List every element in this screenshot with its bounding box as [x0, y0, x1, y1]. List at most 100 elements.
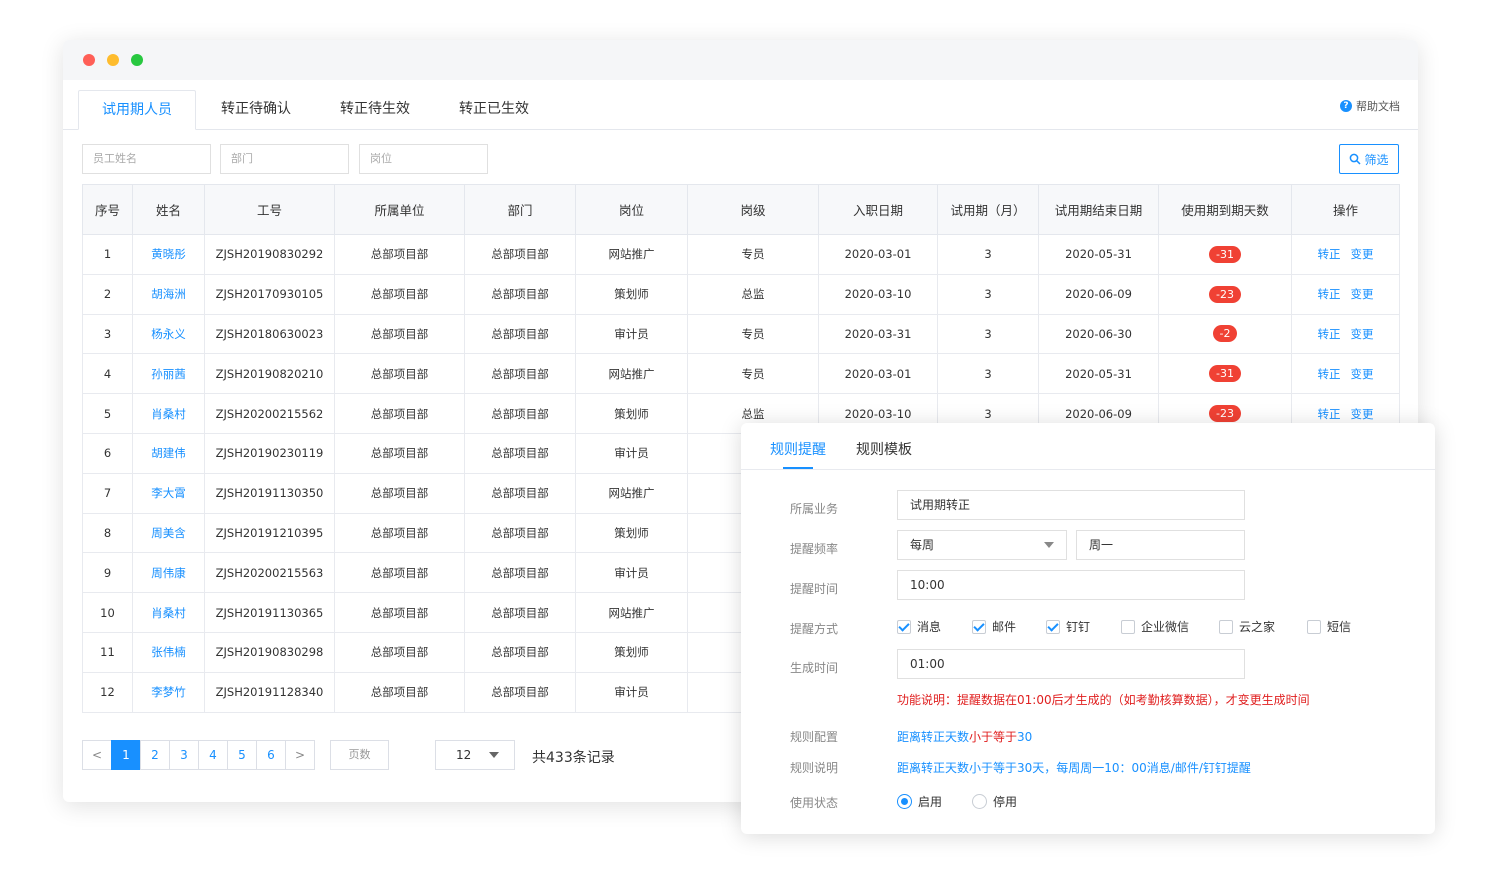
cell-name[interactable]: 周美含 — [132, 512, 205, 554]
filter-button[interactable]: 筛选 — [1339, 144, 1399, 174]
position-input[interactable]: 岗位 — [359, 144, 488, 174]
tab-bar: 试用期人员 转正待确认 转正待生效 转正已生效 — [63, 80, 1418, 130]
confirm-link[interactable]: 转正 — [1318, 327, 1341, 341]
minimize-window-icon[interactable] — [107, 54, 119, 66]
frequency-day-field[interactable]: 周一 — [1076, 530, 1245, 560]
tab-rule-template[interactable]: 规则模板 — [856, 439, 912, 459]
cell-no: 6 — [82, 432, 133, 474]
cell-position: 策划师 — [575, 631, 688, 673]
cell-name[interactable]: 张伟楠 — [132, 631, 205, 673]
method-label: 短信 — [1327, 620, 1352, 634]
employee-name-input[interactable]: 员工姓名 — [82, 144, 211, 174]
cell-name[interactable]: 李大霄 — [132, 472, 205, 514]
tab-pending-effective[interactable]: 转正待生效 — [316, 90, 434, 130]
cell-name[interactable]: 周伟康 — [132, 552, 205, 594]
confirm-link[interactable]: 转正 — [1318, 287, 1341, 301]
frequency-select[interactable]: 每周 — [897, 530, 1067, 560]
method-checkbox-yunzhijia[interactable]: 云之家 — [1219, 618, 1275, 635]
cell-dept: 总部项目部 — [464, 671, 576, 713]
page-button-1[interactable]: 1 — [111, 740, 141, 770]
cell-unit: 总部项目部 — [334, 432, 465, 474]
cell-no: 2 — [82, 273, 133, 315]
close-window-icon[interactable] — [83, 54, 95, 66]
page-button-5[interactable]: 5 — [227, 740, 257, 770]
days-badge: -31 — [1209, 365, 1241, 383]
cell-hire: 2020-03-01 — [818, 353, 938, 395]
cell-end: 2020-06-30 — [1038, 313, 1159, 355]
help-doc-link[interactable]: ? 帮助文档 — [1340, 98, 1400, 114]
pagination: < 1 2 3 4 5 6 > — [82, 740, 315, 770]
page-button-4[interactable]: 4 — [198, 740, 228, 770]
tab-probation-staff[interactable]: 试用期人员 — [78, 90, 196, 130]
page-button-6[interactable]: 6 — [256, 740, 286, 770]
cell-id: ZJSH20180630023 — [204, 313, 335, 355]
next-page-button[interactable]: > — [285, 740, 315, 770]
col-header: 使用期到期天数 — [1158, 184, 1292, 235]
cell-dept: 总部项目部 — [464, 592, 576, 633]
cell-hire: 2020-03-31 — [818, 313, 938, 355]
cell-hire: 2020-03-10 — [818, 273, 938, 315]
cell-id: ZJSH20191210395 — [204, 512, 335, 554]
confirm-link[interactable]: 转正 — [1318, 367, 1341, 381]
help-circle-icon: ? — [1340, 100, 1352, 112]
status-radio-disabled[interactable]: 停用 — [972, 793, 1017, 810]
config-number: 30 — [1017, 730, 1033, 744]
cell-unit: 总部项目部 — [334, 671, 465, 713]
change-link[interactable]: 变更 — [1351, 367, 1374, 381]
page-jump-input[interactable]: 页数 — [330, 740, 389, 770]
generate-time-field[interactable]: 01:00 — [897, 649, 1245, 679]
cell-name[interactable]: 李梦竹 — [132, 671, 205, 713]
cell-name[interactable]: 杨永义 — [132, 313, 205, 355]
cell-dept: 总部项目部 — [464, 393, 576, 434]
tab-pending-confirm[interactable]: 转正待确认 — [197, 90, 315, 130]
method-checkbox-sms[interactable]: 短信 — [1307, 618, 1351, 635]
method-checkbox-wecom[interactable]: 企业微信 — [1121, 618, 1189, 635]
tab-rule-reminder[interactable]: 规则提醒 — [770, 439, 826, 459]
cell-position: 审计员 — [575, 313, 688, 355]
change-link[interactable]: 变更 — [1351, 327, 1374, 341]
cell-name[interactable]: 胡海洲 — [132, 273, 205, 315]
change-link[interactable]: 变更 — [1351, 287, 1374, 301]
cell-name[interactable]: 孙丽茜 — [132, 353, 205, 395]
cell-days: -2 — [1158, 313, 1292, 355]
cell-end: 2020-05-31 — [1038, 353, 1159, 395]
cell-name[interactable]: 肖桑村 — [132, 592, 205, 633]
col-header: 入职日期 — [818, 184, 938, 235]
maximize-window-icon[interactable] — [131, 54, 143, 66]
radio-selected-icon — [897, 794, 912, 809]
col-header: 岗级 — [687, 184, 819, 235]
rule-config-value[interactable]: 距离转正天数小于等于30 — [897, 728, 1032, 745]
cell-days: -31 — [1158, 234, 1292, 275]
method-checkbox-email[interactable]: 邮件 — [972, 618, 1016, 635]
reminder-time-field[interactable]: 10:00 — [897, 570, 1245, 600]
cell-dept: 总部项目部 — [464, 552, 576, 594]
department-input[interactable]: 部门 — [220, 144, 349, 174]
change-link[interactable]: 变更 — [1351, 407, 1374, 421]
method-checkbox-message[interactable]: 消息 — [897, 618, 941, 635]
checkbox-checked-icon — [897, 619, 911, 634]
page-button-3[interactable]: 3 — [169, 740, 199, 770]
prev-page-button[interactable]: < — [82, 740, 112, 770]
reminder-method-label: 提醒方式 — [790, 622, 839, 636]
change-link[interactable]: 变更 — [1351, 247, 1374, 261]
method-checkbox-dingtalk[interactable]: 钉钉 — [1046, 618, 1090, 635]
page-button-2[interactable]: 2 — [140, 740, 170, 770]
confirm-link[interactable]: 转正 — [1318, 407, 1341, 421]
page-size-select[interactable]: 12 — [435, 740, 515, 770]
method-label: 云之家 — [1239, 620, 1276, 634]
status-label: 使用状态 — [790, 796, 839, 810]
cell-id: ZJSH20170930105 — [204, 273, 335, 315]
cell-name[interactable]: 胡建伟 — [132, 432, 205, 474]
cell-end: 2020-05-31 — [1038, 234, 1159, 275]
cell-name[interactable]: 肖桑村 — [132, 393, 205, 434]
col-header: 试用期（月） — [937, 184, 1039, 235]
business-field[interactable]: 试用期转正 — [897, 490, 1245, 520]
search-icon — [1350, 153, 1362, 165]
cell-days: -23 — [1158, 273, 1292, 315]
confirm-link[interactable]: 转正 — [1318, 247, 1341, 261]
cell-name[interactable]: 黄晓彤 — [132, 234, 205, 275]
tab-effective[interactable]: 转正已生效 — [435, 90, 553, 130]
cell-id: ZJSH20190830298 — [204, 631, 335, 673]
cell-grade: 专员 — [687, 353, 819, 395]
status-radio-enabled[interactable]: 启用 — [897, 793, 942, 810]
